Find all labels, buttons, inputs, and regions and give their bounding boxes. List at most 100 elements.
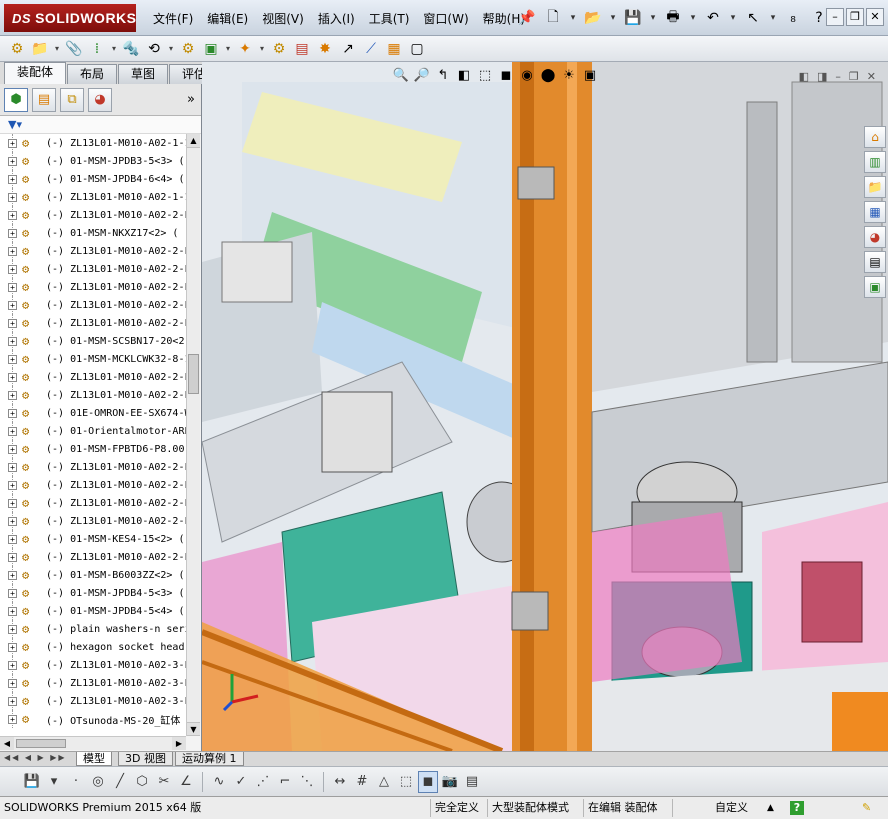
viewport-prev-icon[interactable]: ◧ bbox=[799, 70, 809, 83]
zoom-to-area-icon[interactable]: 🔎 bbox=[413, 68, 431, 83]
menu-window[interactable]: 窗口(W) bbox=[416, 8, 475, 28]
pin-icon[interactable]: 📌 bbox=[515, 6, 539, 30]
select-dropdown-icon[interactable]: ▾ bbox=[767, 6, 779, 30]
hscroll-thumb[interactable] bbox=[16, 739, 66, 748]
custom-properties-icon[interactable]: ▤ bbox=[864, 251, 886, 273]
tree-item[interactable]: + ⚙ (-) ZL13L01-M010-A02-2-F bbox=[0, 368, 186, 386]
grid-icon[interactable]: # bbox=[352, 771, 372, 793]
units-dropdown-icon[interactable]: ▲ bbox=[767, 799, 774, 817]
expand-icon[interactable]: + bbox=[8, 480, 17, 490]
expand-icon[interactable]: + bbox=[8, 192, 17, 202]
expand-icon[interactable]: + bbox=[8, 624, 17, 634]
update-speedpak-icon[interactable]: ▦ bbox=[383, 38, 405, 60]
construction-line-icon[interactable]: ⋰ bbox=[253, 771, 273, 793]
scroll-left-icon[interactable]: ◀ bbox=[0, 737, 14, 750]
table-icon[interactable]: ▤ bbox=[462, 771, 482, 793]
show-hidden-icon[interactable]: ⚙ bbox=[177, 38, 199, 60]
tree-item[interactable]: + ⚙ (-) 01-MSM-B6003ZZ<2> ( bbox=[0, 566, 186, 584]
expand-icon[interactable]: + bbox=[8, 498, 17, 508]
box-icon[interactable]: ⬚ bbox=[396, 771, 416, 793]
instant3d-icon[interactable]: ⟋ bbox=[360, 38, 382, 60]
undo-icon[interactable]: ↶ bbox=[701, 6, 725, 30]
viewport-close-icon[interactable]: ✕ bbox=[867, 70, 876, 83]
tab-assembly[interactable]: 装配体 bbox=[4, 62, 67, 84]
solidworks-resources-icon[interactable]: ⌂ bbox=[864, 126, 886, 148]
tree-item[interactable]: + ⚙ (-) 01-MSM-FPBTD6-P8.00- bbox=[0, 440, 186, 458]
explode-line-sketch-icon[interactable]: ↗ bbox=[337, 38, 359, 60]
expand-icon[interactable]: + bbox=[8, 516, 17, 526]
new-part-icon[interactable]: 📁 bbox=[29, 38, 51, 60]
expand-icon[interactable]: + bbox=[8, 678, 17, 688]
viewport-minimize-icon[interactable]: – bbox=[835, 70, 841, 83]
expand-icon[interactable]: + bbox=[8, 588, 17, 598]
menu-insert[interactable]: 插入(I) bbox=[311, 8, 362, 28]
previous-view-icon[interactable]: ↰ bbox=[434, 68, 452, 83]
tree-item[interactable]: + ⚙ (-) ZL13L01-M010-A02-2-F bbox=[0, 476, 186, 494]
minimize-icon[interactable]: – bbox=[826, 8, 844, 26]
restore-icon[interactable]: ❐ bbox=[846, 8, 864, 26]
tree-item[interactable]: + ⚙ (-) ZL13L01-M010-A02-3-F bbox=[0, 674, 186, 692]
tree-item[interactable]: + ⚙ (-) 01-MSM-JPDB4-5<4> ( bbox=[0, 602, 186, 620]
expand-icon[interactable]: + bbox=[8, 444, 17, 454]
dimension-icon[interactable]: ↔ bbox=[330, 771, 350, 793]
print-dropdown-icon[interactable]: ▾ bbox=[687, 6, 699, 30]
tab-sketch[interactable]: 草图 bbox=[118, 64, 169, 84]
section-view-icon[interactable]: ◧ bbox=[455, 68, 473, 83]
reference-geometry-icon[interactable]: ✦ bbox=[234, 38, 256, 60]
view-orientation-icon[interactable]: ⬚ bbox=[476, 68, 494, 83]
expand-icon[interactable]: + bbox=[8, 390, 17, 400]
tree-item[interactable]: + ⚙ (-) 01-MSM-SCSBN17-20<2 bbox=[0, 332, 186, 350]
take-snapshot-icon[interactable]: ▢ bbox=[406, 38, 428, 60]
menu-file[interactable]: 文件(F) bbox=[146, 8, 200, 28]
tree-item[interactable]: + ⚙ (-) 01-MSM-NKXZ17<2> ( bbox=[0, 224, 186, 242]
linear-pattern-icon[interactable]: ⁞ bbox=[86, 38, 108, 60]
edit-appearance-icon[interactable]: ⬤ bbox=[539, 68, 557, 83]
features-dropdown-icon[interactable]: ▾ bbox=[223, 44, 233, 53]
close-icon[interactable]: ✕ bbox=[866, 8, 884, 26]
undo-dropdown-icon[interactable]: ▾ bbox=[727, 6, 739, 30]
tree-item[interactable]: + ⚙ (-) 01-MSM-JPDB3-5<3> ( bbox=[0, 152, 186, 170]
smart-dimension-icon[interactable]: ✓ bbox=[231, 771, 251, 793]
select-pointer-icon[interactable]: ↖ bbox=[741, 6, 765, 30]
tree-item[interactable]: + ⚙ (-) ZL13L01-M010-A02-2-F bbox=[0, 296, 186, 314]
solidworks-logo[interactable]: DS SOLIDWORKS bbox=[4, 4, 136, 32]
sketch-dropdown-icon[interactable]: ▾ bbox=[44, 771, 64, 793]
help-button[interactable]: ? bbox=[790, 801, 804, 815]
tree-item[interactable]: + ⚙ (-) ZL13L01-M010-A02-2-F bbox=[0, 386, 186, 404]
expand-icon[interactable]: + bbox=[8, 696, 17, 706]
insert-component-icon[interactable]: ⚙ bbox=[6, 38, 28, 60]
line-icon[interactable]: ╱ bbox=[110, 771, 130, 793]
pattern-dropdown-icon[interactable]: ▾ bbox=[109, 44, 119, 53]
expand-icon[interactable]: + bbox=[8, 552, 17, 562]
tab-nav-arrows-icon[interactable]: ◀◀ ◀ ▶ ▶▶ bbox=[4, 753, 67, 762]
tree-item[interactable]: + ⚙ (-) ZL13L01-M010-A02-2-F bbox=[0, 242, 186, 260]
expand-icon[interactable]: + bbox=[8, 156, 17, 166]
point-icon[interactable]: · bbox=[66, 771, 86, 793]
expand-icon[interactable]: + bbox=[8, 660, 17, 670]
tab-3d-view[interactable]: 3D 视图 bbox=[118, 752, 173, 766]
more-tabs-icon[interactable]: » bbox=[187, 92, 195, 107]
new-document-icon[interactable]: 🗋 bbox=[541, 6, 565, 30]
tree-item[interactable]: + ⚙ (-) ZL13L01-M010-A02-2-F bbox=[0, 548, 186, 566]
trim-icon[interactable]: ✂ bbox=[154, 771, 174, 793]
reference-dropdown-icon[interactable]: ▾ bbox=[257, 44, 267, 53]
print-icon[interactable]: 🖶 bbox=[661, 6, 685, 30]
spline-icon[interactable]: ∿ bbox=[209, 771, 229, 793]
expand-icon[interactable]: + bbox=[8, 228, 17, 238]
tree-item[interactable]: + ⚙ (-) OTsunoda-MS-20_缸体 ( bbox=[0, 710, 186, 728]
corner-rectangle-icon[interactable]: ⌐ bbox=[275, 771, 295, 793]
expand-icon[interactable]: + bbox=[8, 462, 17, 472]
tab-layout[interactable]: 布局 bbox=[67, 64, 118, 84]
scroll-thumb[interactable] bbox=[188, 354, 199, 394]
save-sketch-icon[interactable]: 💾 bbox=[22, 771, 42, 793]
sketch-fillet-icon[interactable]: ⋱ bbox=[297, 771, 317, 793]
polygon-icon[interactable]: ⬡ bbox=[132, 771, 152, 793]
insert-dropdown-icon[interactable]: ▾ bbox=[52, 44, 62, 53]
display-style-icon[interactable]: ◼ bbox=[497, 68, 515, 83]
tree-item[interactable]: + ⚙ (-) plain washers-n seri bbox=[0, 620, 186, 638]
solidworks-forum-icon[interactable]: ▣ bbox=[864, 276, 886, 298]
property-manager-tab-icon[interactable]: ▤ bbox=[32, 87, 56, 112]
open-folder-icon[interactable]: 📂 bbox=[581, 6, 605, 30]
new-dropdown-icon[interactable]: ▾ bbox=[567, 6, 579, 30]
menu-edit[interactable]: 编辑(E) bbox=[200, 8, 255, 28]
